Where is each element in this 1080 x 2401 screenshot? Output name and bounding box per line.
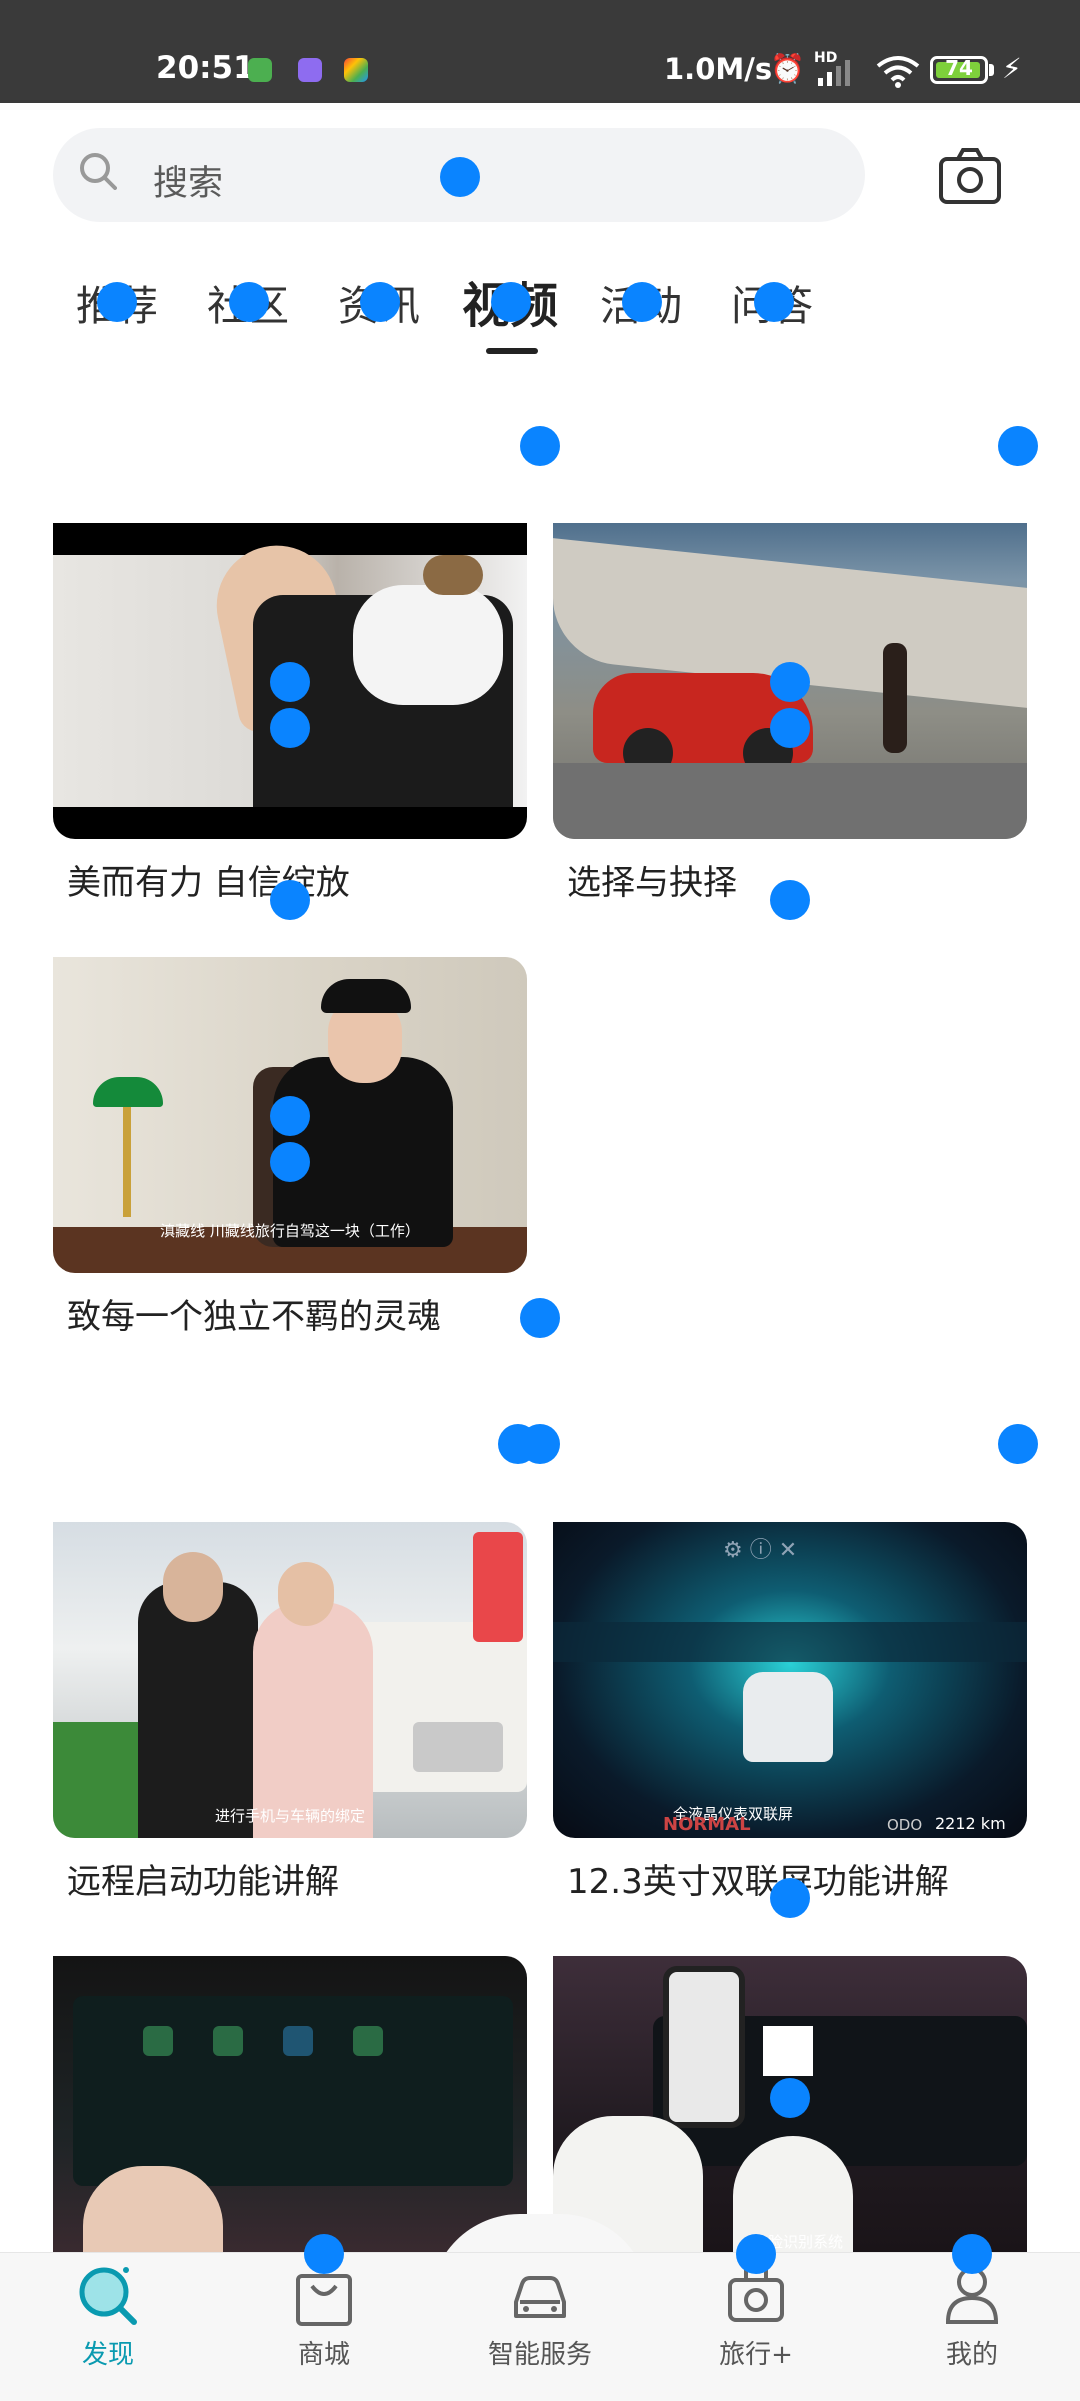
- alarm-icon: ⏰: [770, 52, 805, 85]
- touch-marker: [270, 1142, 310, 1182]
- touch-marker: [952, 2234, 992, 2274]
- status-bar: 20:51 1.0M/s ⏰ HD 74 ⚡: [0, 0, 1080, 103]
- car-icon: [514, 2276, 566, 2318]
- odo-value: 2212 km: [935, 1814, 1006, 1833]
- signal-icon: [816, 58, 860, 90]
- nav-label: 我的: [945, 2340, 998, 2370]
- video-caption: 滇藏线 川藏线旅行自驾这一块（工作）: [160, 1222, 420, 1240]
- video-caption: 进行手机与车辆的绑定: [214, 1807, 365, 1825]
- touch-marker: [270, 662, 310, 702]
- video-title[interactable]: 12.3英寸双联屏功能讲解: [567, 1854, 949, 1903]
- touch-marker: [97, 282, 137, 322]
- nav-profile[interactable]: 我的: [902, 2262, 1042, 2371]
- touch-marker: [998, 1424, 1038, 1464]
- video-title[interactable]: 选择与抉择: [567, 855, 737, 904]
- touch-marker: [270, 880, 310, 920]
- battery-level: 74: [945, 56, 973, 80]
- network-speed: 1.0M/s: [664, 52, 773, 86]
- odo-label: ODO: [887, 1816, 923, 1834]
- video-title[interactable]: 远程启动功能讲解: [67, 1854, 339, 1903]
- search-icon: [80, 153, 117, 190]
- video-card[interactable]: ⚙ ⓘ ✕ 全液晶仪表双联屏 NORMAL ODO 2212 km 12.3英寸…: [553, 1522, 1027, 1902]
- nav-label: 旅行+: [719, 2340, 793, 2370]
- video-title[interactable]: 致每一个独立不羁的灵魂: [67, 1289, 441, 1338]
- touch-marker: [440, 157, 480, 197]
- active-tab-indicator: [486, 348, 538, 354]
- video-thumbnail[interactable]: 进行手机与车辆的绑定: [53, 1522, 527, 1838]
- drive-mode: NORMAL: [663, 1814, 751, 1835]
- touch-marker: [622, 282, 662, 322]
- charging-icon: ⚡: [1002, 52, 1022, 85]
- camera-icon[interactable]: [938, 147, 1002, 205]
- battery-tip: [989, 64, 994, 76]
- nav-label: 商城: [297, 2340, 350, 2370]
- video-thumbnail[interactable]: ⚙ ⓘ ✕ 全液晶仪表双联屏 NORMAL ODO 2212 km: [553, 1522, 1027, 1838]
- touch-marker: [520, 1298, 560, 1338]
- nav-label: 发现: [81, 2340, 134, 2370]
- dashboard-icons: ⚙ ⓘ ✕: [723, 1538, 798, 1563]
- video-card[interactable]: [53, 1956, 527, 2256]
- touch-marker: [770, 880, 810, 920]
- nav-smart-service[interactable]: 智能服务: [470, 2262, 610, 2371]
- touch-marker: [229, 282, 269, 322]
- touch-marker: [736, 2234, 776, 2274]
- touch-marker: [770, 2078, 810, 2118]
- wifi-icon: [876, 54, 920, 92]
- notification-app-icon: [248, 58, 272, 82]
- touch-marker: [491, 282, 531, 322]
- touch-marker: [270, 708, 310, 748]
- nav-discover[interactable]: 发现: [38, 2262, 178, 2371]
- touch-marker: [520, 426, 560, 466]
- touch-marker: [770, 662, 810, 702]
- touch-marker: [360, 282, 400, 322]
- touch-marker: [520, 1424, 560, 1464]
- nav-label: 智能服务: [487, 2340, 592, 2370]
- notification-app-icon: [298, 58, 322, 82]
- notification-app-icon: [344, 58, 368, 82]
- nav-shop[interactable]: 商城: [254, 2262, 394, 2371]
- search-placeholder: 搜索: [153, 164, 224, 204]
- discover-icon: [79, 2267, 137, 2325]
- nav-travel[interactable]: 旅行+: [686, 2262, 826, 2371]
- battery-icon: 74: [930, 56, 988, 84]
- video-card[interactable]: 进行手机与车辆的绑定 远程启动功能讲解: [53, 1522, 527, 1902]
- touch-marker: [998, 426, 1038, 466]
- status-time: 20:51: [156, 50, 255, 86]
- touch-marker: [770, 708, 810, 748]
- touch-marker: [304, 2234, 344, 2274]
- touch-marker: [270, 1096, 310, 1136]
- video-thumbnail[interactable]: [53, 1956, 527, 2256]
- touch-marker: [770, 1878, 810, 1918]
- touch-marker: [754, 282, 794, 322]
